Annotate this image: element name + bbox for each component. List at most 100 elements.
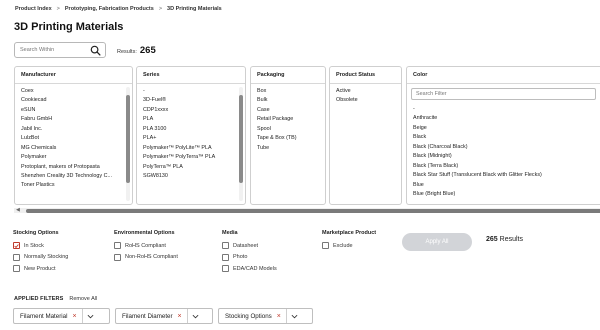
facet-option[interactable]: Fabru GmbH xyxy=(21,115,122,124)
facet-option[interactable]: 3D-Fuel® xyxy=(143,96,237,105)
checkbox-non-rohs-compliant[interactable] xyxy=(114,253,121,261)
facet-option[interactable]: LulzBot xyxy=(21,134,122,143)
search-within-input[interactable] xyxy=(20,47,90,53)
facet-option[interactable]: SGW8130 xyxy=(143,172,237,181)
facet-option[interactable]: Toner Plastics xyxy=(21,181,122,190)
facet-option[interactable]: Blue xyxy=(413,181,595,190)
filter-chip-label: Filament Diameter xyxy=(122,312,173,320)
facet-option[interactable]: PLA+ xyxy=(143,134,237,143)
facet-option[interactable]: - xyxy=(143,87,237,96)
facets-horizontal-scrollbar[interactable]: ◀ xyxy=(14,208,600,213)
facet-option[interactable]: Black (Terra Black) xyxy=(413,162,595,171)
results-label: Results: xyxy=(117,49,137,55)
facet-option[interactable]: MG Chemicals xyxy=(21,144,122,153)
checkbox-datasheet[interactable] xyxy=(222,242,229,250)
facet-option[interactable]: Black (Charcoal Black) xyxy=(413,143,595,152)
checkbox-rohs-compliant[interactable] xyxy=(114,242,121,250)
facet-option[interactable]: Anthracite xyxy=(413,114,595,123)
facet-option[interactable]: Case xyxy=(257,106,320,115)
option-in-stock[interactable]: In Stock xyxy=(13,240,68,252)
manufacturer-scrollbar[interactable] xyxy=(126,87,130,201)
page-title: 3D Printing Materials xyxy=(14,21,124,33)
chevron-down-icon[interactable] xyxy=(83,314,99,319)
option-label: Normally Stocking xyxy=(24,254,69,261)
scrollbar-thumb[interactable] xyxy=(126,95,130,183)
option-photo[interactable]: Photo xyxy=(222,252,277,264)
option-non-rohs-compliant[interactable]: Non-RoHS Compliant xyxy=(114,252,178,264)
option-label: Exclude xyxy=(333,242,353,249)
facet-option[interactable]: PolyTerra™ PLA xyxy=(143,163,237,172)
facet-option[interactable]: - xyxy=(413,105,595,114)
checkbox-normally-stocking[interactable] xyxy=(13,253,20,261)
apply-all-button[interactable]: Apply All xyxy=(402,233,472,251)
checkbox-photo[interactable] xyxy=(222,253,229,261)
checkbox-new-product[interactable] xyxy=(13,265,20,273)
option-rohs-compliant[interactable]: RoHS Compliant xyxy=(114,240,178,252)
breadcrumb: Product Index > Prototyping, Fabrication… xyxy=(15,6,222,12)
option-label: Datasheet xyxy=(233,242,259,249)
chevron-down-icon[interactable] xyxy=(287,314,303,319)
facet-header-product-status: Product Status xyxy=(330,67,401,84)
facet-option[interactable]: Active xyxy=(336,87,396,96)
facet-option[interactable]: Tape & Box (TB) xyxy=(257,134,320,143)
scroll-left-arrow-icon[interactable]: ◀ xyxy=(16,208,20,213)
facet-option[interactable]: Bulk xyxy=(257,96,320,105)
facet-option[interactable]: Protoplant, makers of Protopasta xyxy=(21,163,122,172)
facet-option[interactable]: PLA 3100 xyxy=(143,125,237,134)
facet-option[interactable]: PLA xyxy=(143,115,237,124)
checkbox-eda-cad-models[interactable] xyxy=(222,265,229,273)
facet-list-series: - 3D-Fuel® CDP1xxxx PLA PLA 3100 PLA+ Po… xyxy=(137,84,245,181)
facet-option[interactable]: Polymaker xyxy=(21,153,122,162)
search-icon[interactable] xyxy=(90,45,101,56)
facet-option[interactable]: Coex xyxy=(21,87,122,96)
horizontal-scrollbar-thumb[interactable] xyxy=(26,209,600,213)
option-label: EDA/CAD Models xyxy=(233,265,277,272)
facet-option[interactable]: Tube xyxy=(257,144,320,153)
facet-option[interactable]: Black Star Stuff (Translucent Black with… xyxy=(413,171,595,180)
facet-list-product-status: Active Obsolete xyxy=(330,84,401,106)
results-summary-label: Results xyxy=(499,236,523,243)
facet-manufacturer: Manufacturer Coex Cookiecad eSUN Fabru G… xyxy=(14,66,133,205)
facet-option[interactable]: Beige xyxy=(413,124,595,133)
facet-list-manufacturer: Coex Cookiecad eSUN Fabru GmbH Jabil Inc… xyxy=(15,84,132,191)
facet-option[interactable]: Retail Package xyxy=(257,115,320,124)
facet-option[interactable]: Black (Midnight) xyxy=(413,152,595,161)
facet-product-status: Product Status Active Obsolete xyxy=(329,66,402,205)
remove-all-link[interactable]: Remove All xyxy=(69,296,97,302)
breadcrumb-product-index[interactable]: Product Index xyxy=(15,6,52,12)
facet-header-color: Color xyxy=(407,67,600,84)
search-within-box xyxy=(14,42,106,58)
remove-filter-icon[interactable]: × xyxy=(277,313,281,320)
chevron-down-icon[interactable] xyxy=(188,314,204,319)
facet-option[interactable]: Blue (Bright Blue) xyxy=(413,190,595,199)
scrollbar-thumb[interactable] xyxy=(239,95,243,183)
breadcrumb-separator: > xyxy=(158,6,163,12)
media-options-title: Media xyxy=(222,230,238,236)
facet-option[interactable]: Polymaker™ PolyTerra™ PLA xyxy=(143,153,237,162)
checkbox-in-stock[interactable] xyxy=(13,242,20,250)
facet-option[interactable]: Obsolete xyxy=(336,96,396,105)
option-normally-stocking[interactable]: Normally Stocking xyxy=(13,252,68,264)
option-label: Non-RoHS Compliant xyxy=(125,254,178,261)
remove-filter-icon[interactable]: × xyxy=(72,313,76,320)
checkbox-exclude[interactable] xyxy=(322,242,329,250)
facet-option[interactable]: Box xyxy=(257,87,320,96)
results-count: Results: 265 xyxy=(117,45,156,56)
color-filter-input[interactable] xyxy=(416,91,595,97)
facet-option[interactable]: eSUN xyxy=(21,106,122,115)
series-scrollbar[interactable] xyxy=(239,87,243,201)
option-datasheet[interactable]: Datasheet xyxy=(222,240,277,252)
remove-filter-icon[interactable]: × xyxy=(178,313,182,320)
option-new-product[interactable]: New Product xyxy=(13,263,68,275)
facet-option[interactable]: Jabil Inc. xyxy=(21,125,122,134)
facet-option[interactable]: CDP1xxxx xyxy=(143,106,237,115)
facet-option[interactable]: Shenzhen Creality 3D Technology C... xyxy=(21,172,122,181)
breadcrumb-prototyping[interactable]: Prototyping, Fabrication Products xyxy=(65,6,154,12)
option-eda-cad-models[interactable]: EDA/CAD Models xyxy=(222,263,277,275)
facet-option[interactable]: Spool xyxy=(257,125,320,134)
facet-option[interactable]: Black xyxy=(413,133,595,142)
facet-option[interactable]: Cookiecad xyxy=(21,96,122,105)
facet-option[interactable]: Polymaker™ PolyLite™ PLA xyxy=(143,144,237,153)
option-exclude[interactable]: Exclude xyxy=(322,240,376,252)
facet-list-color: - Anthracite Beige Black Black (Charcoal… xyxy=(407,102,600,199)
